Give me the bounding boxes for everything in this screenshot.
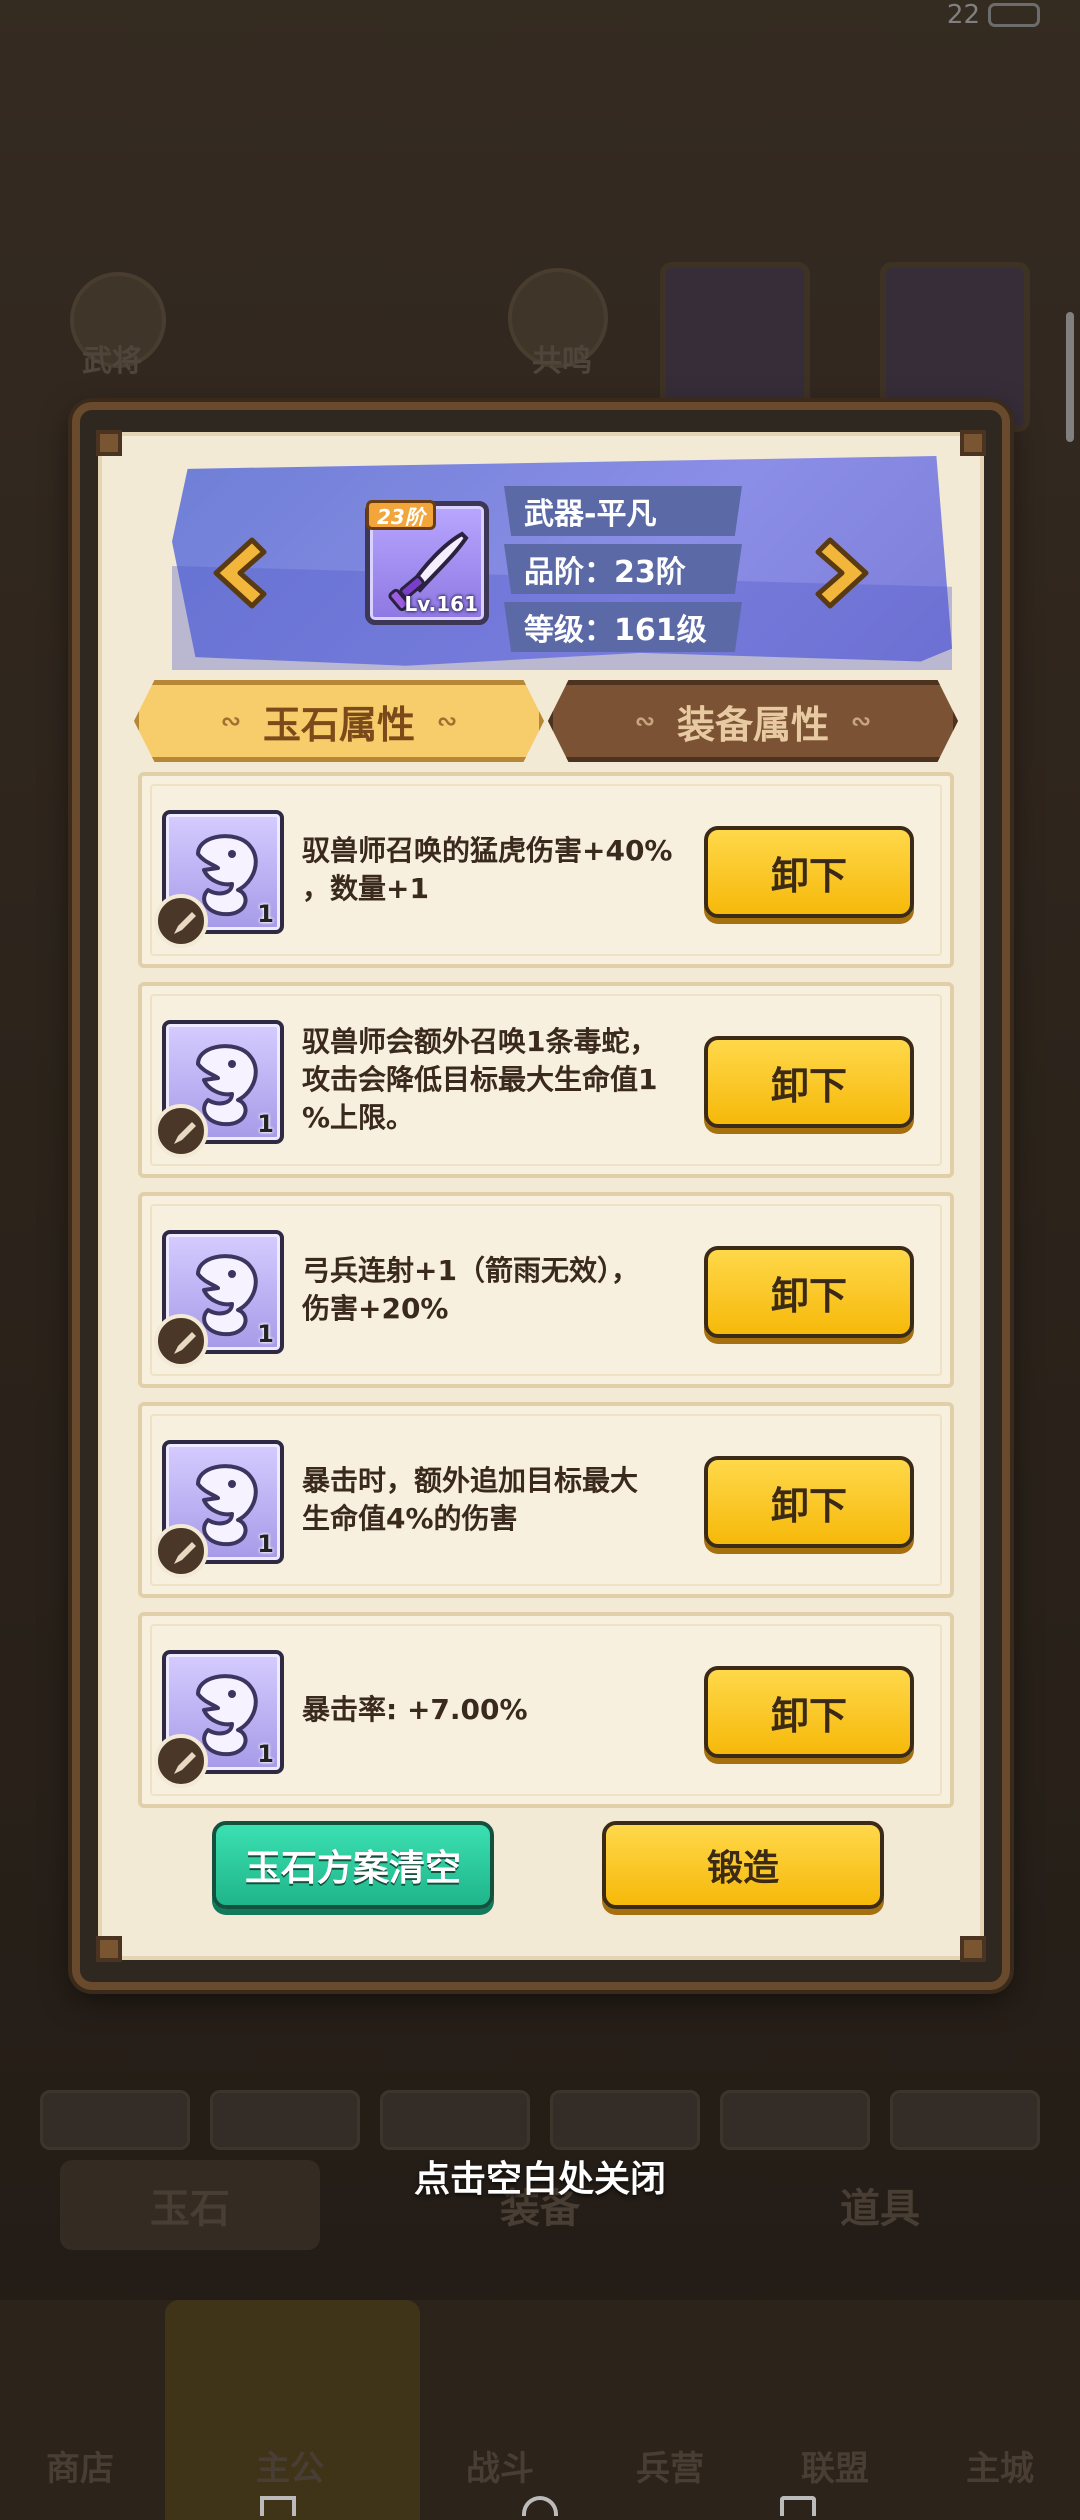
tab-ornament-icon: ∾ — [851, 707, 872, 735]
jade-modal: 23阶 Lv.161 武器-平凡 品阶：23阶 等级：161级 ∾ 玉石属性 ∾… — [72, 402, 1010, 1990]
jade-row: 1 驭兽师召唤的猛虎伤害+40% ，数量+1 卸下 — [138, 772, 954, 968]
dagger-icon — [174, 1542, 196, 1564]
weapon-slot-badge — [154, 1524, 208, 1578]
equipment-icon[interactable]: 23阶 Lv.161 — [365, 500, 489, 625]
unload-button[interactable]: 卸下 — [704, 1666, 914, 1758]
jade-count: 1 — [257, 1530, 274, 1558]
tab-equipment-attributes[interactable]: ∾ 装备属性 ∾ — [548, 680, 958, 762]
recents-icon[interactable] — [780, 2496, 816, 2516]
weapon-slot-badge — [154, 1734, 208, 1788]
unload-button[interactable]: 卸下 — [704, 826, 914, 918]
back-icon[interactable] — [260, 2496, 296, 2516]
tab-jade-label: 玉石属性 — [262, 702, 415, 747]
weapon-slot-badge — [154, 1104, 208, 1158]
weapon-slot-badge — [154, 894, 208, 948]
equipment-level: 等级：161级 — [504, 602, 742, 652]
jade-row: 1 驭兽师会额外召唤1条毒蛇， 攻击会降低目标最大生命值1 %上限。 卸下 — [138, 982, 954, 1178]
modal-panel: 23阶 Lv.161 武器-平凡 品阶：23阶 等级：161级 ∾ 玉石属性 ∾… — [96, 430, 986, 1962]
forge-button[interactable]: 锻造 — [602, 1821, 884, 1909]
jade-row: 1 暴击率: +7.00% 卸下 — [138, 1612, 954, 1808]
system-nav-bar — [0, 2480, 1080, 2520]
equipment-grade: 品阶：23阶 — [504, 544, 742, 594]
grade-badge: 23阶 — [366, 500, 436, 530]
weapon-slot-badge — [154, 1314, 208, 1368]
prev-equipment-button[interactable] — [210, 536, 270, 610]
corner-ornament — [96, 430, 122, 456]
jade-icon[interactable]: 1 — [154, 1230, 284, 1368]
corner-ornament — [960, 1936, 986, 1962]
clear-jade-plan-button[interactable]: 玉石方案清空 — [212, 1821, 494, 1909]
next-equipment-button[interactable] — [812, 536, 872, 610]
unload-button[interactable]: 卸下 — [704, 1036, 914, 1128]
chevron-right-icon — [815, 537, 869, 609]
jade-description: 驭兽师会额外召唤1条毒蛇， 攻击会降低目标最大生命值1 %上限。 — [302, 1025, 658, 1134]
jade-icon[interactable]: 1 — [154, 1650, 284, 1788]
dagger-icon — [174, 1122, 196, 1144]
jade-count: 1 — [257, 1110, 274, 1138]
jade-description: 弓兵连射+1（箭雨无效）， 伤害+20% — [302, 1254, 639, 1325]
dagger-icon — [174, 912, 196, 934]
jade-description: 暴击率: +7.00% — [302, 1693, 528, 1726]
jade-icon[interactable]: 1 — [154, 1020, 284, 1158]
jade-icon[interactable]: 1 — [154, 1440, 284, 1578]
corner-ornament — [960, 430, 986, 456]
tab-ornament-icon: ∾ — [220, 707, 241, 735]
jade-description: 驭兽师召唤的猛虎伤害+40% ，数量+1 — [302, 834, 673, 905]
close-hint: 点击空白处关闭 — [413, 2159, 666, 2200]
jade-count: 1 — [257, 1320, 274, 1348]
chevron-left-icon — [213, 537, 267, 609]
unload-button[interactable]: 卸下 — [704, 1456, 914, 1548]
equipment-name: 武器-平凡 — [504, 486, 742, 536]
tab-jade-attributes[interactable]: ∾ 玉石属性 ∾ — [134, 680, 544, 762]
jade-row: 1 暴击时，额外追加目标最大 生命值4%的伤害 卸下 — [138, 1402, 954, 1598]
dagger-icon — [174, 1332, 196, 1354]
jade-description: 暴击时，额外追加目标最大 生命值4%的伤害 — [302, 1464, 639, 1535]
home-icon[interactable] — [522, 2496, 558, 2516]
jade-count: 1 — [257, 1740, 274, 1768]
tab-equip-label: 装备属性 — [676, 702, 829, 747]
tab-ornament-icon: ∾ — [437, 707, 458, 735]
unload-button[interactable]: 卸下 — [704, 1246, 914, 1338]
jade-icon[interactable]: 1 — [154, 810, 284, 948]
level-badge: Lv.161 — [404, 592, 479, 616]
tab-ornament-icon: ∾ — [634, 707, 655, 735]
corner-ornament — [96, 1936, 122, 1962]
jade-row: 1 弓兵连射+1（箭雨无效）， 伤害+20% 卸下 — [138, 1192, 954, 1388]
jade-count: 1 — [257, 900, 274, 928]
dagger-icon — [174, 1752, 196, 1774]
